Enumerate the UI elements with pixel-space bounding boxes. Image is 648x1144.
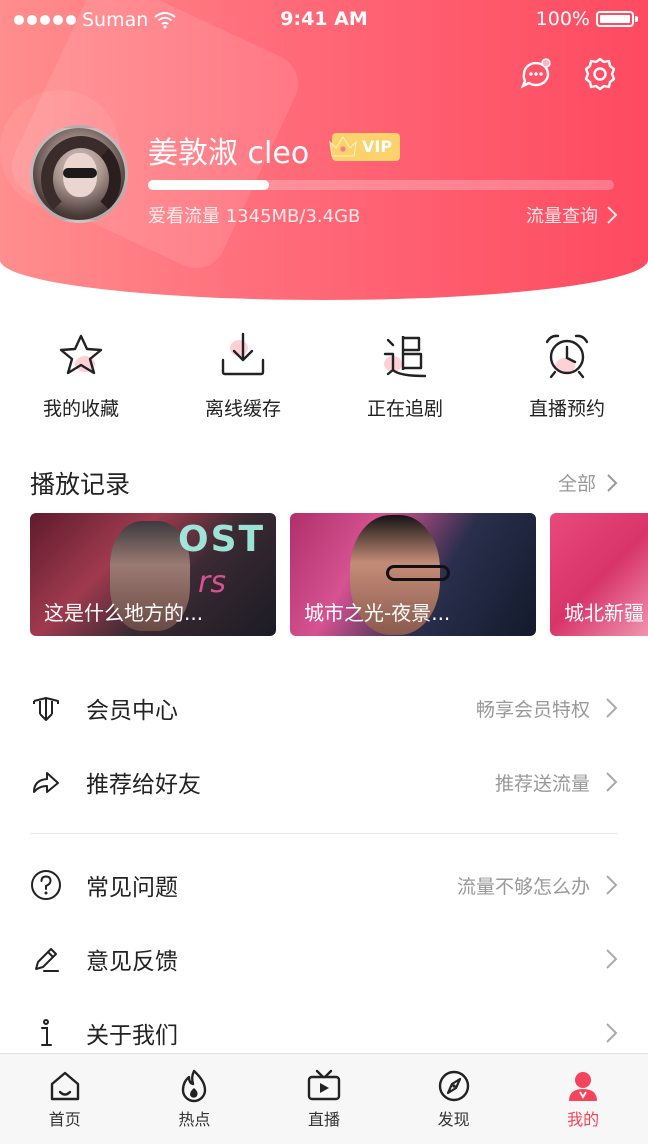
history-card-caption: 这是什么地方的... bbox=[44, 601, 204, 625]
traffic-query-label: 流量查询 bbox=[526, 206, 598, 227]
history-title: 播放记录 bbox=[30, 470, 131, 499]
alarm-clock-icon bbox=[545, 334, 589, 379]
vip-badge[interactable]: VIP bbox=[328, 133, 401, 161]
history-card-caption: 城北新疆 bbox=[564, 601, 644, 625]
chevron-right-icon bbox=[606, 875, 618, 895]
tab-home[interactable]: 首页 bbox=[0, 1054, 130, 1144]
profile-icon bbox=[569, 1072, 598, 1101]
tv-icon bbox=[307, 1069, 341, 1101]
quick-action-label: 直播预约 bbox=[528, 398, 605, 420]
menu-item-label: 推荐给好友 bbox=[86, 772, 201, 798]
history-card[interactable]: 城北新疆 bbox=[550, 513, 648, 636]
header-actions bbox=[518, 56, 618, 92]
tab-label: 发现 bbox=[437, 1110, 470, 1129]
history-view-all[interactable]: 全部 bbox=[558, 469, 618, 496]
flame-icon bbox=[182, 1069, 207, 1103]
tab-discover[interactable]: 发现 bbox=[389, 1054, 519, 1144]
quick-action-live-reservation[interactable]: 直播预约 bbox=[486, 330, 648, 430]
profile-header: Suman 9:41 AM 100% 姜敦淑 cleo VIP 爱看流量 134… bbox=[0, 0, 648, 300]
tab-trending[interactable]: 热点 bbox=[130, 1054, 260, 1144]
menu-item-hint: 畅享会员特权 bbox=[475, 698, 590, 721]
chevron-right-icon bbox=[607, 473, 618, 492]
history-card-caption: 城市之光-夜景... bbox=[304, 601, 451, 625]
chevron-right-icon bbox=[606, 772, 618, 792]
menu-item-label: 会员中心 bbox=[86, 698, 178, 724]
avatar[interactable] bbox=[30, 125, 128, 223]
question-icon bbox=[31, 870, 61, 900]
history-list: OST rs 这是什么地方的... 城市之光-夜景... 城北新疆 bbox=[30, 513, 648, 636]
menu-divider bbox=[30, 833, 618, 834]
download-icon bbox=[221, 332, 265, 376]
menu-item-hint: 流量不够怎么办 bbox=[456, 875, 590, 898]
menu-item-recommend[interactable]: 推荐给好友 推荐送流量 bbox=[0, 745, 648, 819]
quick-action-label: 正在追剧 bbox=[366, 398, 443, 420]
tab-bar: 首页 热点 直播 发现 我的 bbox=[0, 1053, 648, 1144]
history-card[interactable]: 城市之光-夜景... bbox=[290, 513, 536, 636]
traffic-progress-bar bbox=[148, 180, 614, 190]
history-view-all-label: 全部 bbox=[557, 473, 596, 495]
crown-icon bbox=[329, 136, 357, 157]
chevron-right-icon bbox=[606, 949, 618, 969]
tab-label: 我的 bbox=[567, 1110, 600, 1129]
user-name: 姜敦淑 cleo bbox=[148, 136, 310, 171]
compass-icon bbox=[438, 1070, 469, 1102]
tab-profile[interactable]: 我的 bbox=[518, 1054, 648, 1144]
settings-icon[interactable] bbox=[582, 56, 618, 92]
message-icon[interactable] bbox=[518, 56, 554, 92]
menu-item-hint: 推荐送流量 bbox=[494, 772, 590, 795]
follow-icon bbox=[383, 336, 427, 378]
quick-action-favorites[interactable]: 我的收藏 bbox=[0, 330, 162, 430]
share-icon bbox=[33, 772, 59, 793]
status-bar-right: 100% bbox=[535, 8, 638, 30]
tab-label: 热点 bbox=[178, 1110, 211, 1129]
battery-percent: 100% bbox=[535, 8, 590, 30]
history-card[interactable]: OST rs 这是什么地方的... bbox=[30, 513, 276, 636]
tab-live[interactable]: 直播 bbox=[259, 1054, 389, 1144]
tab-label: 首页 bbox=[48, 1110, 81, 1129]
traffic-usage: 爱看流量 1345MB/3.4GB bbox=[148, 206, 361, 227]
home-icon bbox=[50, 1071, 79, 1101]
battery-icon bbox=[596, 11, 638, 27]
menu-item-feedback[interactable]: 意见反馈 bbox=[0, 922, 648, 996]
chevron-right-icon bbox=[606, 698, 618, 718]
member-icon bbox=[33, 697, 59, 721]
quick-action-following[interactable]: 正在追剧 bbox=[324, 330, 486, 430]
chevron-right-icon bbox=[607, 206, 618, 224]
menu-item-label: 意见反馈 bbox=[86, 949, 178, 975]
quick-action-offline-cache[interactable]: 离线缓存 bbox=[162, 330, 324, 430]
menu-item-faq[interactable]: 常见问题 流量不够怎么办 bbox=[0, 848, 648, 922]
quick-action-label: 我的收藏 bbox=[42, 398, 119, 420]
tab-label: 直播 bbox=[307, 1110, 340, 1129]
traffic-query-link[interactable]: 流量查询 bbox=[526, 202, 618, 228]
menu-item-label: 关于我们 bbox=[86, 1023, 178, 1049]
menu-item-label: 常见问题 bbox=[86, 875, 178, 901]
chevron-right-icon bbox=[606, 1023, 618, 1043]
traffic-progress-fill bbox=[148, 180, 270, 190]
menu-item-member-center[interactable]: 会员中心 畅享会员特权 bbox=[0, 671, 648, 745]
info-icon bbox=[41, 1019, 52, 1046]
menu-group-membership: 会员中心 畅享会员特权 推荐给好友 推荐送流量 bbox=[0, 671, 648, 819]
menu-group-help: 常见问题 流量不够怎么办 意见反馈 关于我们 bbox=[0, 848, 648, 1070]
star-icon bbox=[59, 334, 103, 375]
quick-actions: 我的收藏 离线缓存 正在追剧 直播预约 bbox=[0, 330, 648, 430]
status-bar: Suman 9:41 AM 100% bbox=[0, 0, 648, 40]
pencil-icon bbox=[35, 948, 59, 972]
quick-action-label: 离线缓存 bbox=[204, 398, 281, 420]
